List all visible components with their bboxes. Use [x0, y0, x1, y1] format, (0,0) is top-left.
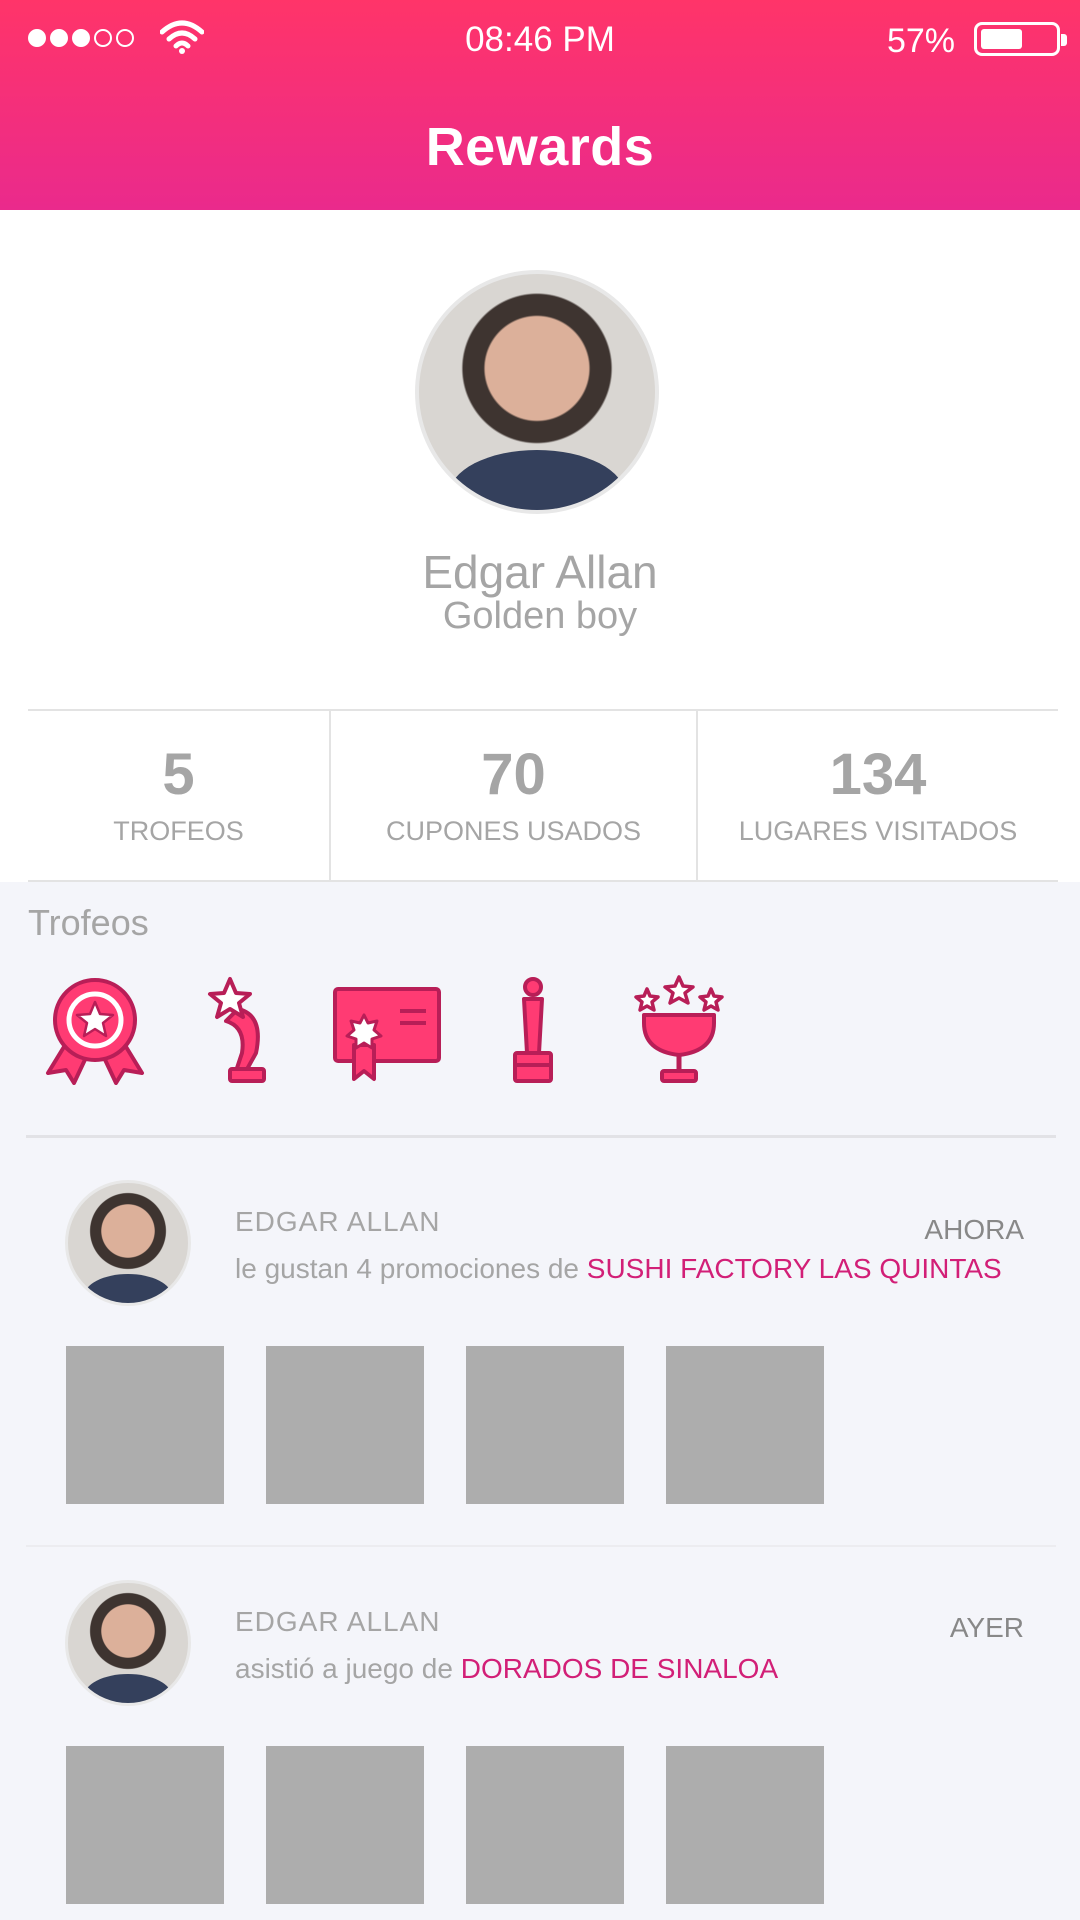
stat-cupones[interactable]: 70 CUPONES USADOS [331, 711, 698, 880]
stats-row: 5 TROFEOS 70 CUPONES USADOS 134 LUGARES … [28, 709, 1058, 882]
status-bar: 08:46 PM 57% [0, 0, 1080, 80]
certificate-icon[interactable] [332, 975, 442, 1085]
page-title: Rewards [425, 117, 655, 177]
feed-time: AYER [949, 1612, 1024, 1643]
profile-name: Edgar Allan [422, 546, 658, 598]
thumbnail[interactable] [66, 1346, 224, 1504]
stat-trofeos[interactable]: 5 TROFEOS [28, 711, 331, 880]
stat-value: 134 [829, 742, 927, 807]
avatar[interactable] [65, 1580, 191, 1706]
feed-user-name: EDGAR ALLAN [235, 1206, 441, 1237]
feed-activity: le gustan 4 promociones de SUSHI FACTORY… [235, 1253, 1002, 1285]
avatar-shirt [84, 1274, 172, 1303]
feed-thumbnails [66, 1746, 824, 1904]
thumbnail[interactable] [666, 1346, 824, 1504]
battery-percentage: 57% [886, 22, 955, 60]
feed-item[interactable]: EDGAR ALLAN asistió a juego de DORADOS D… [0, 1560, 1080, 1920]
feed-place-link[interactable]: SUSHI FACTORY LAS QUINTAS [587, 1253, 1002, 1284]
battery-tip [1061, 34, 1067, 46]
avatar[interactable] [65, 1180, 191, 1306]
feed-activity-text: asistió a juego de [235, 1653, 453, 1684]
battery-icon [974, 22, 1067, 56]
stat-label: TROFEOS [113, 816, 244, 846]
stat-label: LUGARES VISITADOS [738, 816, 1018, 846]
award-ribbon-icon[interactable] [40, 975, 150, 1085]
stat-value: 70 [481, 742, 546, 807]
cup-stars-icon[interactable] [624, 975, 734, 1085]
stat-lugares[interactable]: 134 LUGARES VISITADOS [698, 711, 1058, 880]
app-header: 08:46 PM 57% Rewards [0, 0, 1080, 210]
thumbnail[interactable] [466, 1346, 624, 1504]
feed-activity: asistió a juego de DORADOS DE SINALOA [235, 1653, 778, 1685]
trophies-heading: Trofeos [28, 902, 149, 943]
thumbnail[interactable] [466, 1746, 624, 1904]
profile-subtitle: Golden boy [442, 595, 638, 637]
oscar-trophy-icon[interactable] [478, 975, 588, 1085]
stat-value: 5 [162, 742, 195, 807]
trophies-list [40, 975, 770, 1085]
thumbnail[interactable] [66, 1746, 224, 1904]
stat-label: CUPONES USADOS [385, 816, 642, 846]
feed-activity-text: le gustan 4 promociones de [235, 1253, 579, 1284]
avatar-shirt [84, 1674, 172, 1703]
section-divider [26, 1135, 1056, 1138]
feed-item[interactable]: EDGAR ALLAN le gustan 4 promociones de S… [0, 1160, 1080, 1560]
feed-place-link[interactable]: DORADOS DE SINALOA [461, 1653, 778, 1684]
battery-fill [981, 29, 1022, 49]
profile-card: Edgar Allan Golden boy 5 TROFEOS 70 CUPO… [0, 210, 1080, 882]
feed-divider [26, 1545, 1056, 1547]
avatar[interactable] [415, 270, 659, 514]
avatar-shirt [449, 450, 625, 510]
feed-time: AHORA [924, 1214, 1024, 1245]
thumbnail[interactable] [266, 1746, 424, 1904]
thumbnail[interactable] [266, 1346, 424, 1504]
feed-user-name: EDGAR ALLAN [235, 1606, 441, 1637]
star-trophy-icon[interactable] [186, 975, 296, 1085]
thumbnail[interactable] [666, 1746, 824, 1904]
feed-thumbnails [66, 1346, 824, 1504]
